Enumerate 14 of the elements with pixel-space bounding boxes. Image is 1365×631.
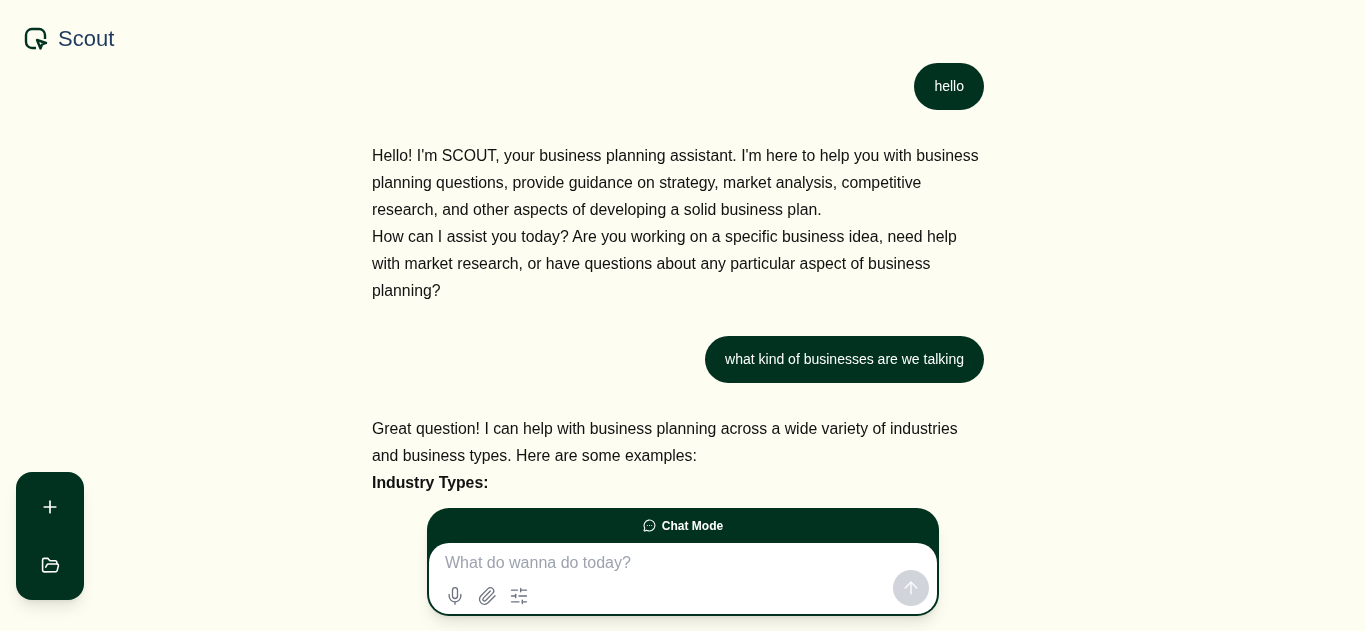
folder-icon: [40, 555, 60, 575]
app-title: Scout: [58, 28, 115, 50]
user-message: hello: [914, 63, 984, 110]
assistant-message: Industry Types:: [372, 473, 490, 493]
message-input[interactable]: What do wanna do today?: [429, 543, 937, 614]
attachment-icon[interactable]: [477, 586, 497, 606]
settings-icon[interactable]: [509, 586, 529, 606]
assistant-message: Great question! I can help with business planning across a wide variety of industries and business types. Here are some examples:: [372, 419, 959, 466]
assistant-message: Hello! I'm SCOUT, your business planning assistant. I'm here to help you with business planning questions, provide guidance on strategy, market analysis, competitive research, and other aspects of developing a solid business plan.: [372, 146, 980, 220]
logo-icon: [24, 27, 48, 51]
assistant-message: How can I assist you today? Are you working on a specific business idea, need help with market research, or have questions about any particular aspect of business planning?: [372, 227, 958, 301]
chat-icon: [642, 519, 656, 532]
user-message: what kind of businesses are we talking: [705, 336, 984, 383]
chat-mode-label: Chat Mode: [661, 517, 724, 535]
